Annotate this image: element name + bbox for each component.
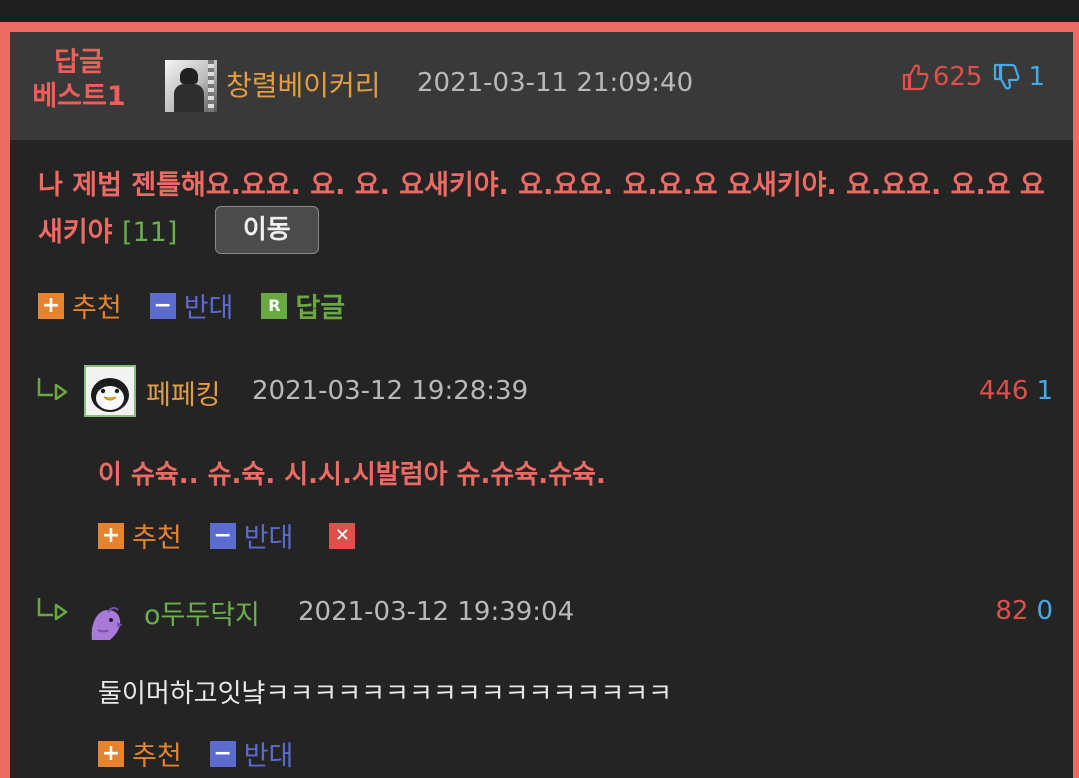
- minus-icon: −: [209, 522, 236, 549]
- post-date: 2021-03-11 21:09:40: [417, 68, 694, 98]
- comment-upvote-count: 82: [995, 596, 1029, 626]
- author-avatar[interactable]: [165, 60, 217, 112]
- penguin-avatar-icon: [91, 378, 129, 412]
- move-button[interactable]: 이동: [214, 205, 319, 254]
- comment-upvote-count: 446: [978, 376, 1029, 406]
- best-reply-content: 나 제법 젠틀해요.요요. 요. 요. 요새키야. 요.요요. 요.요.요 요새…: [38, 162, 1053, 256]
- plus-icon: +: [38, 292, 64, 319]
- comment-author[interactable]: 페페킹: [146, 373, 221, 412]
- comment-downvote-count: 0: [1036, 596, 1053, 626]
- post-votes: 625 1: [901, 62, 1045, 92]
- recommend-button[interactable]: + 추천: [98, 516, 182, 555]
- comment-author[interactable]: o두두닥지: [144, 593, 260, 632]
- reply-arrow-icon: [37, 378, 68, 401]
- purple-bird-avatar[interactable]: [86, 600, 126, 644]
- best-badge-line1: 답글: [54, 47, 104, 78]
- close-icon: ✕: [329, 522, 356, 549]
- comment-date: 2021-03-12 19:28:39: [252, 376, 529, 406]
- plus-icon: +: [98, 522, 124, 549]
- comment-downvote-count: 1: [1036, 376, 1053, 406]
- oppose-button[interactable]: − 반대: [209, 516, 294, 555]
- downvote-count: 1: [1028, 62, 1045, 92]
- reply-count: [11]: [121, 217, 178, 248]
- reply-arrow-icon: [37, 598, 68, 621]
- oppose-label: 반대: [243, 523, 294, 554]
- penguin-avatar[interactable]: [84, 365, 136, 417]
- comment-actions: + 추천 − 반대 ✕: [98, 516, 391, 555]
- thumbs-up-icon[interactable]: [901, 62, 929, 92]
- recommend-label: 추천: [72, 293, 122, 324]
- comment-text: 이 슈슉.. 슈.슉. 시.시.시발럼아 슈.슈슉.슈슉.: [98, 460, 606, 490]
- oppose-label: 반대: [243, 741, 294, 772]
- delete-button[interactable]: ✕: [329, 522, 363, 549]
- comment-text: 둘이머하고잇냨ㅋㅋㅋㅋㅋㅋㅋㅋㅋㅋㅋㅋㅋㅋㅋㅋㅋ: [98, 679, 673, 709]
- recommend-button[interactable]: + 추천: [38, 286, 122, 325]
- reply-button[interactable]: R 답글: [261, 286, 345, 325]
- recommend-button[interactable]: + 추천: [98, 734, 182, 773]
- comment-actions: + 추천 − 반대: [98, 734, 321, 773]
- minus-icon: −: [209, 740, 236, 767]
- upvote-count: 625: [932, 62, 983, 92]
- reply-r-icon: R: [261, 292, 288, 319]
- oppose-button[interactable]: − 반대: [209, 734, 294, 773]
- reply-label: 답글: [295, 293, 346, 324]
- best-reply-panel: 답글 베스트1 창렬베이커리 2021-03-11 21:09:40 625 1: [10, 32, 1073, 778]
- minus-icon: −: [149, 292, 176, 319]
- oppose-button[interactable]: − 반대: [149, 286, 234, 325]
- best-badge-line2: 베스트1: [32, 81, 126, 112]
- best-reply-text: 나 제법 젠틀해요.요요. 요. 요. 요새키야. 요.요요. 요.요.요 요새…: [38, 170, 1045, 248]
- comment-date: 2021-03-12 19:39:04: [298, 597, 575, 627]
- thumbs-down-icon[interactable]: [992, 62, 1020, 92]
- best-reply-badge: 답글 베스트1: [24, 46, 134, 114]
- best-reply-frame: 답글 베스트1 창렬베이커리 2021-03-11 21:09:40 625 1: [0, 22, 1079, 778]
- plus-icon: +: [98, 740, 124, 767]
- oppose-label: 반대: [183, 293, 234, 324]
- comment-votes: 82 0: [995, 596, 1053, 626]
- comment-votes: 446 1: [979, 376, 1053, 406]
- recommend-label: 추천: [132, 523, 182, 554]
- best-reply-actions: + 추천 − 반대 R 답글: [38, 286, 373, 325]
- recommend-label: 추천: [132, 741, 182, 772]
- author-name[interactable]: 창렬베이커리: [226, 64, 381, 104]
- best-reply-header: 답글 베스트1 창렬베이커리 2021-03-11 21:09:40 625 1: [10, 32, 1073, 140]
